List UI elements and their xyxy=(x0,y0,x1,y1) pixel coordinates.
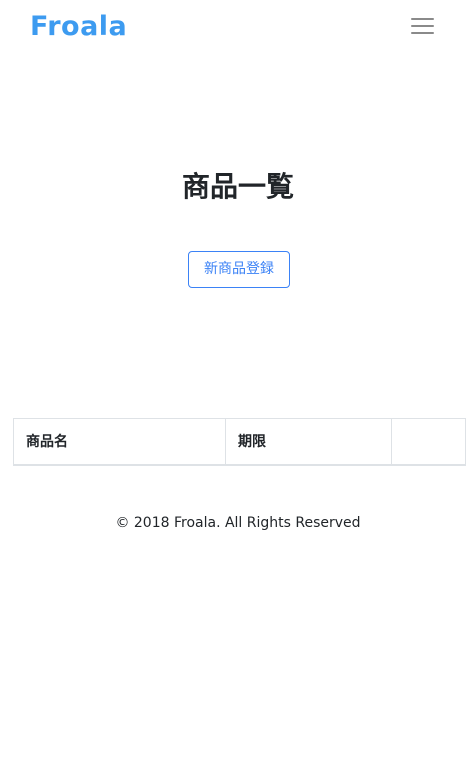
page-title: 商品一覧 xyxy=(181,170,294,203)
footer-copyright: © 2018 Froala. All Rights Reserved xyxy=(115,515,361,531)
brand-logo[interactable]: Froala xyxy=(30,10,127,44)
product-table-container: 商品名 期限 xyxy=(13,418,466,466)
table-header-row: 商品名 期限 xyxy=(13,418,466,466)
product-table: 商品名 期限 xyxy=(13,418,466,466)
column-header-actions xyxy=(391,418,466,466)
column-header-product-name: 商品名 xyxy=(13,418,226,466)
column-header-expiry: 期限 xyxy=(225,418,392,466)
navbar: Froala xyxy=(0,0,476,56)
new-product-button[interactable]: 新商品登録 xyxy=(188,251,290,288)
navbar-toggler-button[interactable] xyxy=(404,12,440,40)
